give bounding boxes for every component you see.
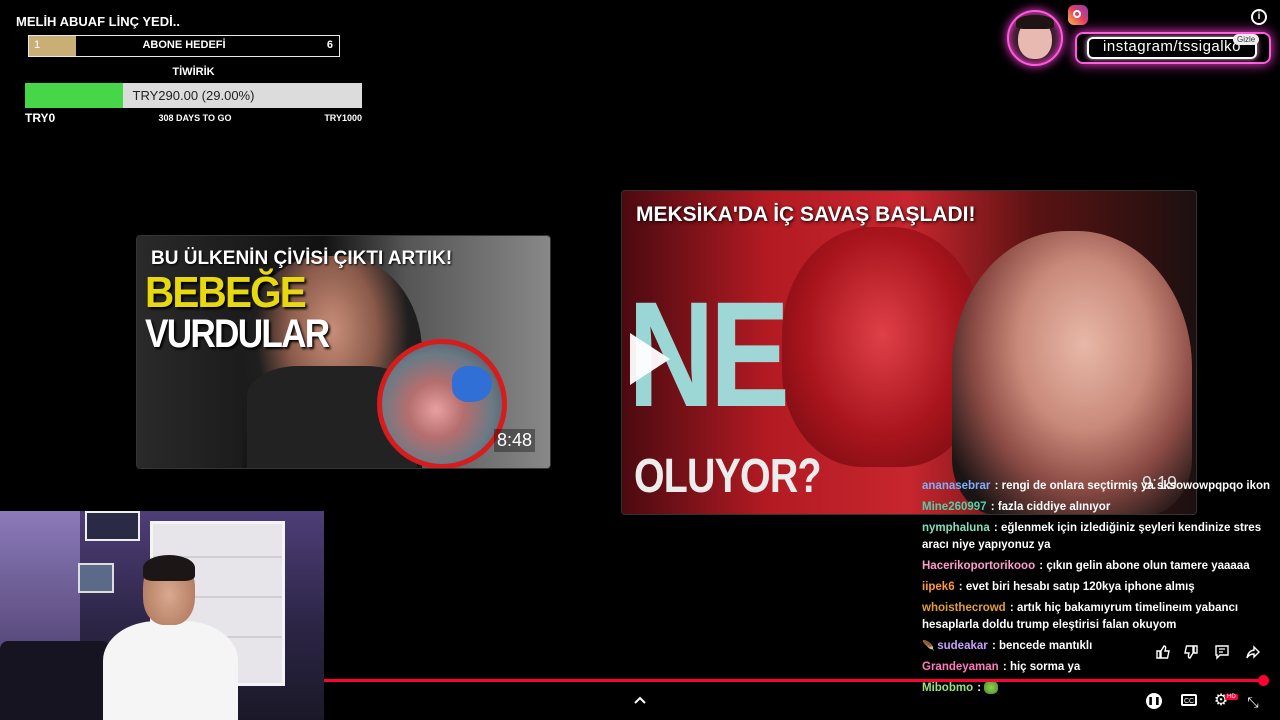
frog-emote [984,681,999,695]
chat-text: fazla ciddiye alınıyor [997,501,1111,513]
chat-separator: : [1036,560,1047,572]
feather-icon: 🪶 [922,641,938,652]
instagram-handle: instagram/tssigalko [1103,38,1241,55]
chat-text: bencede mantıklı [998,640,1093,652]
stream-title: MELİH ABUAF LİNÇ YEDİ.. [16,14,180,29]
hd-badge: HD [1225,694,1238,700]
chat-text: hiç sorma ya [1009,661,1081,673]
chat-message: Hacerikoportorikooo : çıkın gelin abone … [922,558,1274,575]
chat-separator: : [1006,602,1017,614]
thumbnail-big-text-2: VURDULAR [145,312,330,356]
streamer-avatar [1007,10,1063,66]
chat-username[interactable]: Hacerikoportorikooo [922,560,1035,572]
share-icon[interactable] [1243,644,1263,665]
chat-username[interactable]: nymphaluna [922,522,990,534]
webcam-feed [0,511,324,720]
video-thumbnail-2[interactable]: NE OLUYOR? MEKSİKA'DA İÇ SAVAŞ BAŞLADI! … [621,190,1197,515]
chat-username[interactable]: iipek6 [922,581,955,593]
donation-goal-max: TRY1000 [324,113,362,123]
pause-icon[interactable]: ❚❚ [1146,693,1162,709]
dislike-icon[interactable] [1181,644,1201,665]
webcam-poster [85,511,140,541]
avatar-hair [1016,15,1054,29]
donation-goal-amount: TRY290.00 (29.00%) [132,88,255,103]
webcam-chair [0,641,110,720]
chat-message: iipek6 : evet biri hesabı satıp 120kya i… [922,579,1274,596]
chat-message: nymphaluna : eğlenmek için izlediğiniz ş… [922,520,1274,554]
video-thumbnail-1[interactable]: BEBEĞE VURDULAR BU ÜLKENİN ÇİVİSİ ÇIKTI … [136,235,551,469]
instagram-icon [1068,5,1088,25]
video-headline: BU ÜLKENİN ÇİVİSİ ÇIKTI ARTIK! [151,248,453,269]
comment-icon[interactable] [1212,644,1232,665]
donation-goal-bar: TRY290.00 (29.00%) [25,83,362,108]
chat-text: çıkın gelin abone olun tamere yaaaaa [1046,560,1250,572]
chat-username[interactable]: sudeakar [937,640,988,652]
webcam-person-hair [143,555,195,581]
chat-username[interactable]: Mibobmo [922,682,973,694]
subscriber-goal-bar: 1 ABONE HEDEFİ 6 [28,35,340,57]
chat-message: Mine260997 : fazla ciddiye alınıyor [922,499,1274,516]
hide-chip[interactable]: Gizle [1233,34,1260,45]
thumbnail-sub-text: OLUYOR? [634,450,821,503]
donation-goal-title: TİWİRİK [172,66,215,78]
chat-username[interactable]: Grandeyaman [922,661,999,673]
chat-text: rengi de onlara seçtirmiş ya sksowowpqpq… [1001,480,1271,492]
webcam-person-body [103,621,238,720]
chat-separator: : [987,501,998,513]
chat-text: evet biri hesabı satıp 120kya iphone alm… [965,581,1195,593]
webcam-poster [78,563,114,593]
thumbnail-highlight-circle [377,339,507,468]
video-progress-bar[interactable] [324,679,1268,682]
video-headline: MEKSİKA'DA İÇ SAVAŞ BAŞLADI! [636,203,976,226]
donation-goal-days: 308 DAYS TO GO [158,113,232,123]
play-icon[interactable] [622,329,674,389]
thumbnail-big-text-1: BEBEĞE [145,268,307,317]
subscriber-goal-target: 6 [326,39,333,51]
subscriber-goal-label: ABONE HEDEFİ [142,39,226,51]
chat-separator: : [999,661,1010,673]
thumbnail-glove [452,366,492,402]
captions-icon[interactable]: CC [1181,694,1197,706]
chat-separator: : [974,682,985,694]
chat-message: whoisthecrowd : artık hiç bakamıyrum tim… [922,600,1274,634]
video-duration: 8:48 [494,429,536,452]
chat-feed: ananasebrar : rengi de onlara seçtirmiş … [922,478,1274,701]
chat-username[interactable]: whoisthecrowd [922,602,1006,614]
progress-scrubber[interactable] [1258,675,1269,686]
like-icon[interactable] [1153,644,1173,665]
chat-separator: : [990,522,1001,534]
video-progress-fill [324,679,1259,682]
chat-username[interactable]: Mine260997 [922,501,987,513]
donation-goal-min: TRY0 [25,111,56,125]
chat-separator: : [988,640,999,652]
chat-message: ananasebrar : rengi de onlara seçtirmiş … [922,478,1274,495]
chat-username[interactable]: ananasebrar [922,480,990,492]
chevron-up-icon[interactable] [631,692,649,710]
fullscreen-exit-icon[interactable]: ⤡ [1245,693,1261,711]
info-icon[interactable]: i [1251,9,1267,25]
chat-separator: : [991,480,1002,492]
chat-separator: : [955,581,966,593]
